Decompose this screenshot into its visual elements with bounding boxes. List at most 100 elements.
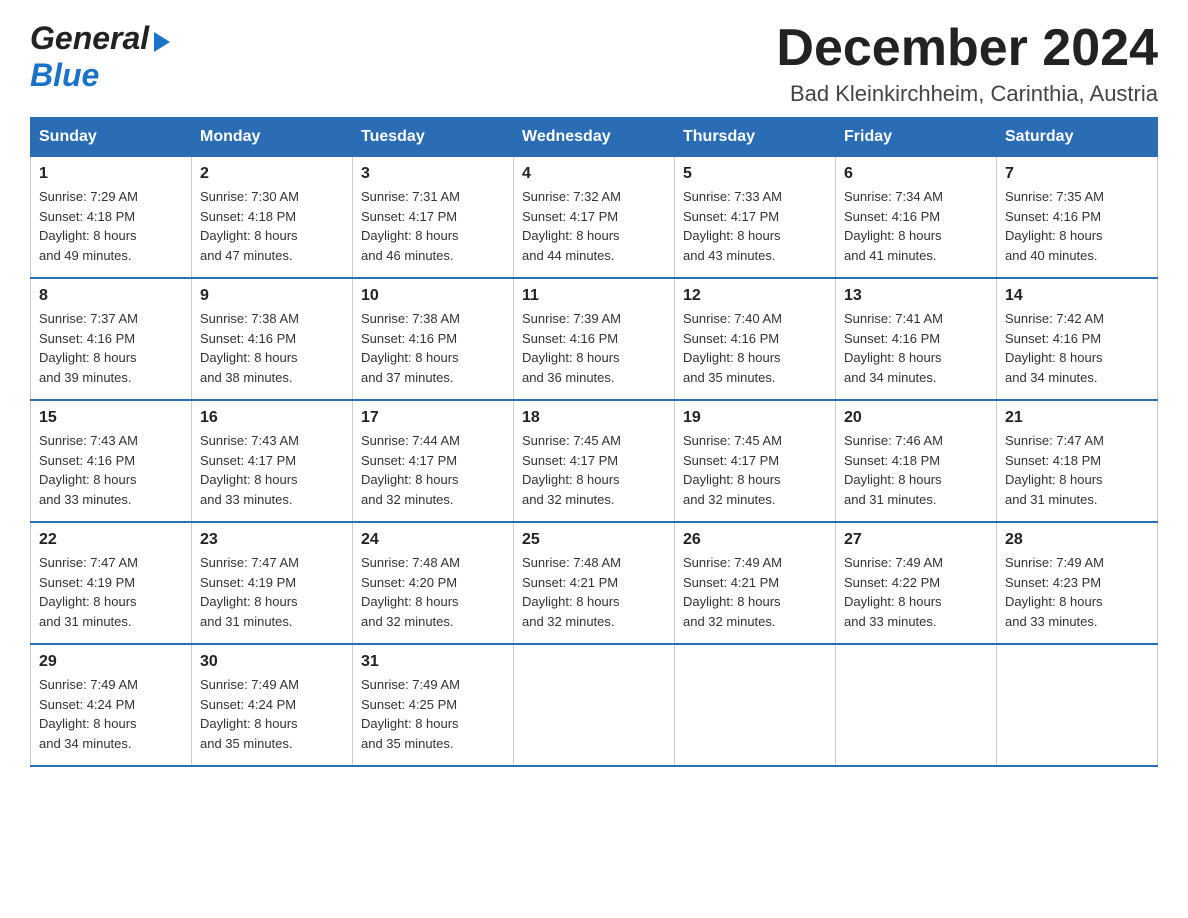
calendar-cell: 10 Sunrise: 7:38 AMSunset: 4:16 PMDaylig… bbox=[353, 278, 514, 400]
day-info: Sunrise: 7:38 AMSunset: 4:16 PMDaylight:… bbox=[361, 311, 460, 385]
day-number: 5 bbox=[683, 165, 827, 183]
calendar-week-2: 8 Sunrise: 7:37 AMSunset: 4:16 PMDayligh… bbox=[31, 278, 1158, 400]
day-info: Sunrise: 7:43 AMSunset: 4:16 PMDaylight:… bbox=[39, 433, 138, 507]
calendar-cell: 20 Sunrise: 7:46 AMSunset: 4:18 PMDaylig… bbox=[836, 400, 997, 522]
calendar-week-4: 22 Sunrise: 7:47 AMSunset: 4:19 PMDaylig… bbox=[31, 522, 1158, 644]
calendar-cell: 5 Sunrise: 7:33 AMSunset: 4:17 PMDayligh… bbox=[675, 157, 836, 279]
day-info: Sunrise: 7:35 AMSunset: 4:16 PMDaylight:… bbox=[1005, 189, 1104, 263]
calendar-cell: 23 Sunrise: 7:47 AMSunset: 4:19 PMDaylig… bbox=[192, 522, 353, 644]
day-info: Sunrise: 7:47 AMSunset: 4:19 PMDaylight:… bbox=[200, 555, 299, 629]
calendar-cell: 8 Sunrise: 7:37 AMSunset: 4:16 PMDayligh… bbox=[31, 278, 192, 400]
day-number: 17 bbox=[361, 409, 505, 427]
calendar-week-5: 29 Sunrise: 7:49 AMSunset: 4:24 PMDaylig… bbox=[31, 644, 1158, 766]
calendar-cell: 31 Sunrise: 7:49 AMSunset: 4:25 PMDaylig… bbox=[353, 644, 514, 766]
calendar-cell bbox=[836, 644, 997, 766]
day-number: 4 bbox=[522, 165, 666, 183]
day-number: 30 bbox=[200, 653, 344, 671]
logo-general-text: General bbox=[30, 20, 149, 57]
day-info: Sunrise: 7:49 AMSunset: 4:21 PMDaylight:… bbox=[683, 555, 782, 629]
day-info: Sunrise: 7:49 AMSunset: 4:23 PMDaylight:… bbox=[1005, 555, 1104, 629]
weekday-header-friday: Friday bbox=[836, 118, 997, 157]
calendar-week-1: 1 Sunrise: 7:29 AMSunset: 4:18 PMDayligh… bbox=[31, 157, 1158, 279]
calendar-cell: 28 Sunrise: 7:49 AMSunset: 4:23 PMDaylig… bbox=[997, 522, 1158, 644]
calendar-header: SundayMondayTuesdayWednesdayThursdayFrid… bbox=[31, 118, 1158, 157]
calendar-cell: 14 Sunrise: 7:42 AMSunset: 4:16 PMDaylig… bbox=[997, 278, 1158, 400]
day-info: Sunrise: 7:33 AMSunset: 4:17 PMDaylight:… bbox=[683, 189, 782, 263]
day-number: 20 bbox=[844, 409, 988, 427]
page-header: General Blue December 2024 Bad Kleinkirc… bbox=[30, 20, 1158, 107]
calendar-cell bbox=[514, 644, 675, 766]
day-number: 9 bbox=[200, 287, 344, 305]
day-info: Sunrise: 7:49 AMSunset: 4:24 PMDaylight:… bbox=[39, 677, 138, 751]
calendar-cell: 25 Sunrise: 7:48 AMSunset: 4:21 PMDaylig… bbox=[514, 522, 675, 644]
calendar-cell: 27 Sunrise: 7:49 AMSunset: 4:22 PMDaylig… bbox=[836, 522, 997, 644]
weekday-header-wednesday: Wednesday bbox=[514, 118, 675, 157]
location-subtitle: Bad Kleinkirchheim, Carinthia, Austria bbox=[776, 81, 1158, 107]
calendar-table: SundayMondayTuesdayWednesdayThursdayFrid… bbox=[30, 117, 1158, 767]
calendar-cell: 12 Sunrise: 7:40 AMSunset: 4:16 PMDaylig… bbox=[675, 278, 836, 400]
day-number: 29 bbox=[39, 653, 183, 671]
logo: General Blue bbox=[30, 20, 170, 94]
weekday-header-thursday: Thursday bbox=[675, 118, 836, 157]
day-number: 10 bbox=[361, 287, 505, 305]
day-info: Sunrise: 7:30 AMSunset: 4:18 PMDaylight:… bbox=[200, 189, 299, 263]
day-info: Sunrise: 7:44 AMSunset: 4:17 PMDaylight:… bbox=[361, 433, 460, 507]
calendar-cell: 15 Sunrise: 7:43 AMSunset: 4:16 PMDaylig… bbox=[31, 400, 192, 522]
day-info: Sunrise: 7:46 AMSunset: 4:18 PMDaylight:… bbox=[844, 433, 943, 507]
calendar-week-3: 15 Sunrise: 7:43 AMSunset: 4:16 PMDaylig… bbox=[31, 400, 1158, 522]
day-info: Sunrise: 7:49 AMSunset: 4:25 PMDaylight:… bbox=[361, 677, 460, 751]
day-info: Sunrise: 7:49 AMSunset: 4:22 PMDaylight:… bbox=[844, 555, 943, 629]
calendar-cell bbox=[997, 644, 1158, 766]
day-info: Sunrise: 7:37 AMSunset: 4:16 PMDaylight:… bbox=[39, 311, 138, 385]
day-number: 16 bbox=[200, 409, 344, 427]
day-info: Sunrise: 7:31 AMSunset: 4:17 PMDaylight:… bbox=[361, 189, 460, 263]
day-number: 6 bbox=[844, 165, 988, 183]
calendar-cell: 18 Sunrise: 7:45 AMSunset: 4:17 PMDaylig… bbox=[514, 400, 675, 522]
logo-blue-text: Blue bbox=[30, 57, 99, 93]
calendar-body: 1 Sunrise: 7:29 AMSunset: 4:18 PMDayligh… bbox=[31, 157, 1158, 767]
day-number: 22 bbox=[39, 531, 183, 549]
day-info: Sunrise: 7:47 AMSunset: 4:18 PMDaylight:… bbox=[1005, 433, 1104, 507]
month-title: December 2024 bbox=[776, 20, 1158, 77]
day-number: 21 bbox=[1005, 409, 1149, 427]
calendar-cell: 30 Sunrise: 7:49 AMSunset: 4:24 PMDaylig… bbox=[192, 644, 353, 766]
day-info: Sunrise: 7:48 AMSunset: 4:21 PMDaylight:… bbox=[522, 555, 621, 629]
day-number: 26 bbox=[683, 531, 827, 549]
weekday-header-sunday: Sunday bbox=[31, 118, 192, 157]
calendar-cell: 6 Sunrise: 7:34 AMSunset: 4:16 PMDayligh… bbox=[836, 157, 997, 279]
day-number: 28 bbox=[1005, 531, 1149, 549]
day-number: 7 bbox=[1005, 165, 1149, 183]
weekday-header-saturday: Saturday bbox=[997, 118, 1158, 157]
calendar-cell: 7 Sunrise: 7:35 AMSunset: 4:16 PMDayligh… bbox=[997, 157, 1158, 279]
calendar-cell: 26 Sunrise: 7:49 AMSunset: 4:21 PMDaylig… bbox=[675, 522, 836, 644]
calendar-cell: 13 Sunrise: 7:41 AMSunset: 4:16 PMDaylig… bbox=[836, 278, 997, 400]
day-info: Sunrise: 7:47 AMSunset: 4:19 PMDaylight:… bbox=[39, 555, 138, 629]
calendar-cell: 2 Sunrise: 7:30 AMSunset: 4:18 PMDayligh… bbox=[192, 157, 353, 279]
calendar-cell: 29 Sunrise: 7:49 AMSunset: 4:24 PMDaylig… bbox=[31, 644, 192, 766]
day-info: Sunrise: 7:41 AMSunset: 4:16 PMDaylight:… bbox=[844, 311, 943, 385]
weekday-header-row: SundayMondayTuesdayWednesdayThursdayFrid… bbox=[31, 118, 1158, 157]
day-info: Sunrise: 7:49 AMSunset: 4:24 PMDaylight:… bbox=[200, 677, 299, 751]
calendar-cell: 11 Sunrise: 7:39 AMSunset: 4:16 PMDaylig… bbox=[514, 278, 675, 400]
calendar-cell: 19 Sunrise: 7:45 AMSunset: 4:17 PMDaylig… bbox=[675, 400, 836, 522]
day-number: 31 bbox=[361, 653, 505, 671]
logo-arrow-icon bbox=[154, 32, 170, 52]
day-info: Sunrise: 7:48 AMSunset: 4:20 PMDaylight:… bbox=[361, 555, 460, 629]
day-info: Sunrise: 7:34 AMSunset: 4:16 PMDaylight:… bbox=[844, 189, 943, 263]
calendar-cell: 22 Sunrise: 7:47 AMSunset: 4:19 PMDaylig… bbox=[31, 522, 192, 644]
day-number: 14 bbox=[1005, 287, 1149, 305]
day-number: 24 bbox=[361, 531, 505, 549]
calendar-cell: 17 Sunrise: 7:44 AMSunset: 4:17 PMDaylig… bbox=[353, 400, 514, 522]
day-number: 27 bbox=[844, 531, 988, 549]
calendar-cell: 24 Sunrise: 7:48 AMSunset: 4:20 PMDaylig… bbox=[353, 522, 514, 644]
day-number: 13 bbox=[844, 287, 988, 305]
calendar-cell: 16 Sunrise: 7:43 AMSunset: 4:17 PMDaylig… bbox=[192, 400, 353, 522]
day-info: Sunrise: 7:32 AMSunset: 4:17 PMDaylight:… bbox=[522, 189, 621, 263]
day-info: Sunrise: 7:40 AMSunset: 4:16 PMDaylight:… bbox=[683, 311, 782, 385]
calendar-cell: 9 Sunrise: 7:38 AMSunset: 4:16 PMDayligh… bbox=[192, 278, 353, 400]
day-info: Sunrise: 7:45 AMSunset: 4:17 PMDaylight:… bbox=[522, 433, 621, 507]
weekday-header-monday: Monday bbox=[192, 118, 353, 157]
day-number: 25 bbox=[522, 531, 666, 549]
day-info: Sunrise: 7:43 AMSunset: 4:17 PMDaylight:… bbox=[200, 433, 299, 507]
calendar-cell: 1 Sunrise: 7:29 AMSunset: 4:18 PMDayligh… bbox=[31, 157, 192, 279]
